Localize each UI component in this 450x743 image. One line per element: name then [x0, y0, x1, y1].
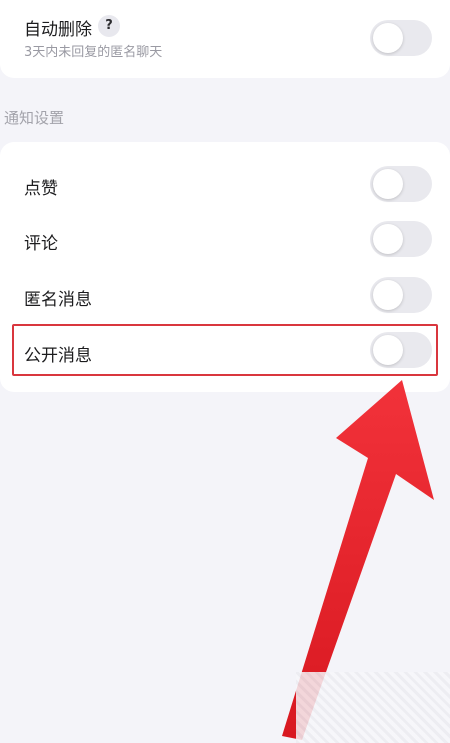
- annotation-arrow-icon: [282, 380, 434, 740]
- watermark: [296, 672, 450, 743]
